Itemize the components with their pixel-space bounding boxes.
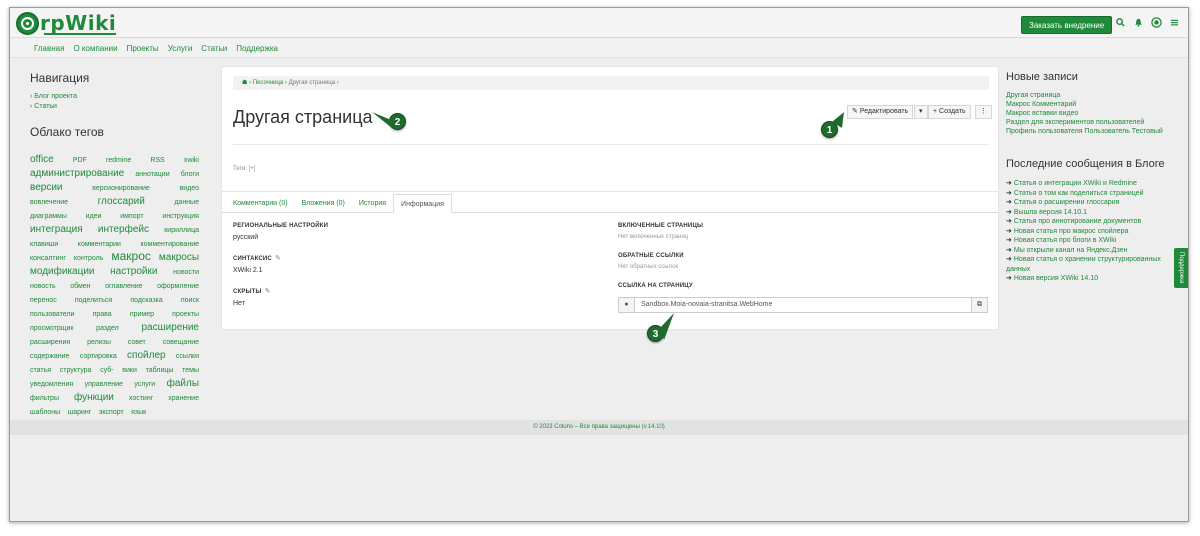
marker-2-pointer (372, 112, 392, 128)
marker-3-pointer (660, 313, 674, 340)
annotation-pointers (372, 112, 844, 340)
marker-1-pointer (832, 112, 844, 128)
browser-window: rpWiki Заказать внедрение Главная О комп… (9, 7, 1189, 522)
